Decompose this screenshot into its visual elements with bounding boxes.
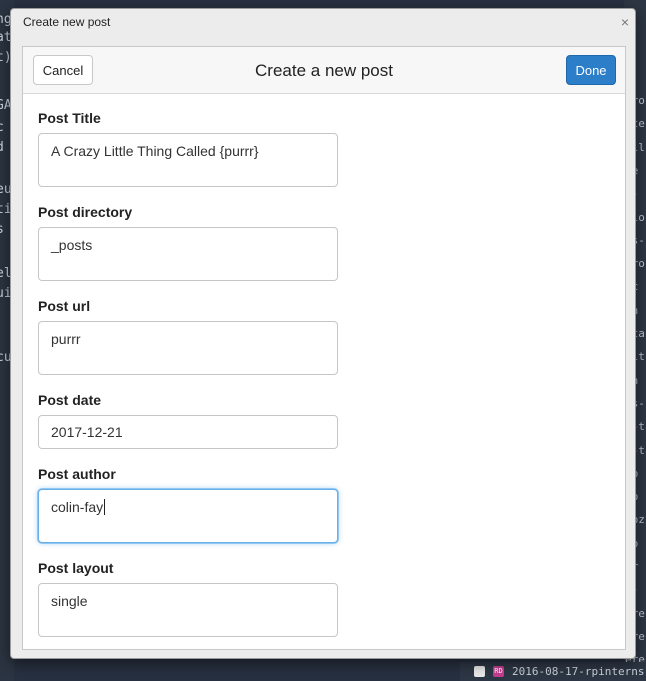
done-button[interactable]: Done xyxy=(566,55,616,85)
post-title-label: Post Title xyxy=(38,110,101,126)
checkbox-icon xyxy=(474,666,485,677)
field-post-title: Post Title A Crazy Little Thing Called {… xyxy=(38,109,625,187)
post-layout-input[interactable]: single xyxy=(38,583,338,637)
background-file-row: RD 2016-08-17-rpinterns xyxy=(460,662,646,681)
post-directory-input[interactable]: _posts xyxy=(38,227,338,281)
text-caret xyxy=(104,499,106,515)
post-date-label: Post date xyxy=(38,392,102,408)
dialog-title: Create a new post xyxy=(255,61,393,80)
field-post-directory: Post directory _posts xyxy=(38,203,625,281)
field-post-layout: Post layout single xyxy=(38,559,625,637)
file-name: 2016-08-17-rpinterns xyxy=(512,665,645,678)
code-fragment: c xyxy=(0,120,4,135)
post-directory-label: Post directory xyxy=(38,204,133,220)
field-post-date: Post date 2017-12-21 xyxy=(38,391,625,449)
close-icon[interactable]: × xyxy=(621,9,629,35)
rmarkdown-file-icon: RD xyxy=(493,666,504,677)
field-post-url: Post url purrr xyxy=(38,297,625,375)
code-fragment: d xyxy=(0,140,4,155)
post-url-input[interactable]: purrr xyxy=(38,321,338,375)
post-layout-label: Post layout xyxy=(38,560,114,576)
post-author-label: Post author xyxy=(38,466,116,482)
create-post-dialog: Cancel Create a new post Done Post Title… xyxy=(22,46,626,650)
field-post-author: Post author colin-fay xyxy=(38,465,625,543)
window-title: Create new post xyxy=(23,15,111,29)
create-post-window: Create new post × Cancel Create a new po… xyxy=(10,8,636,659)
code-fragment: s xyxy=(0,222,4,237)
window-titlebar: Create new post × xyxy=(11,9,635,35)
post-url-label: Post url xyxy=(38,298,91,314)
post-form: Post Title A Crazy Little Thing Called {… xyxy=(23,94,625,637)
post-title-input[interactable]: A Crazy Little Thing Called {purrr} xyxy=(38,133,338,187)
dialog-header: Cancel Create a new post Done xyxy=(23,47,625,94)
post-date-input[interactable]: 2017-12-21 xyxy=(38,415,338,449)
post-author-value: colin-fay xyxy=(51,499,104,515)
post-author-input[interactable]: colin-fay xyxy=(38,489,338,543)
